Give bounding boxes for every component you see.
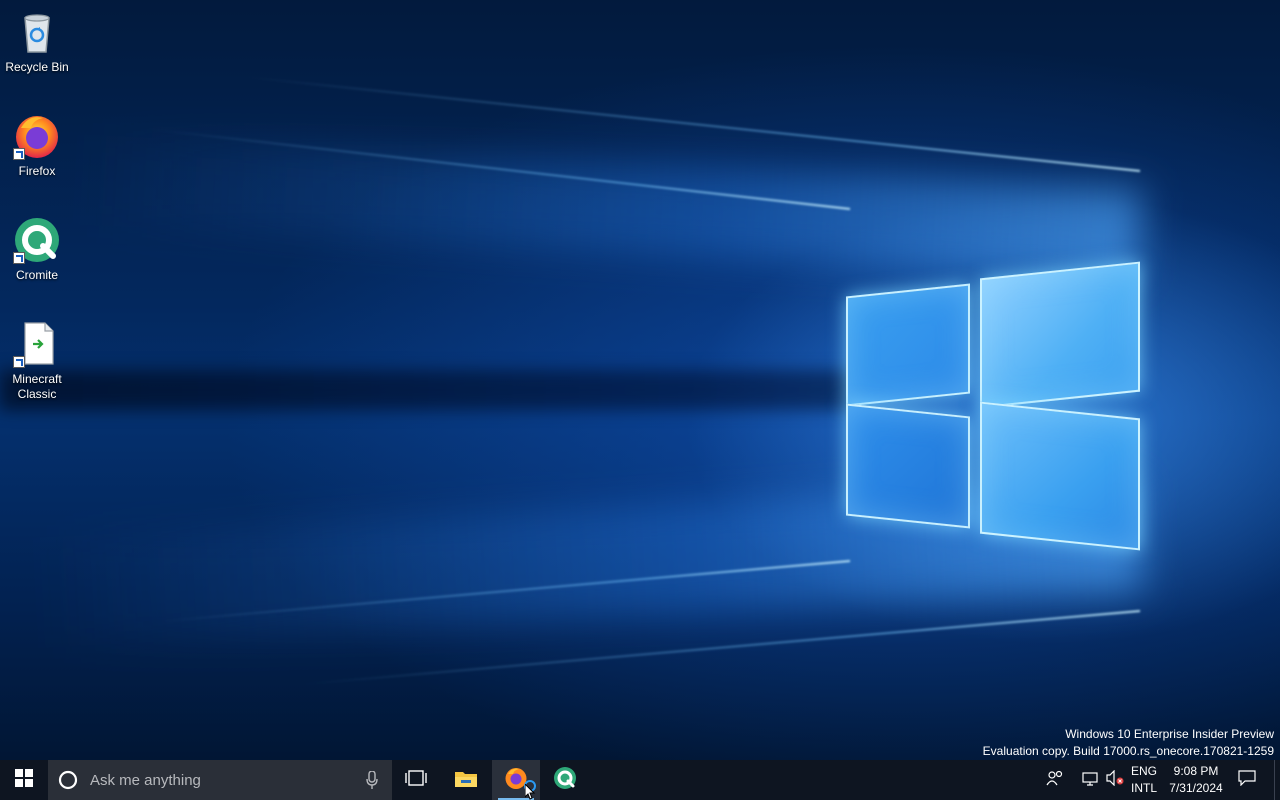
start-button[interactable] — [0, 760, 48, 800]
html-file-icon — [13, 320, 61, 368]
windows-logo-pane — [980, 401, 1140, 551]
folder-icon — [455, 769, 477, 792]
wallpaper-glow — [38, 480, 1143, 648]
notification-icon — [1238, 769, 1256, 791]
people-button[interactable] — [1042, 760, 1068, 800]
clock-date: 7/31/2024 — [1169, 781, 1223, 795]
evaluation-watermark: Windows 10 Enterprise Insider Preview Ev… — [983, 726, 1274, 760]
volume-muted-icon — [1106, 769, 1124, 791]
search-box[interactable]: Ask me anything — [48, 760, 392, 800]
language-code: ENG — [1130, 764, 1157, 778]
wallpaper-glow — [0, 370, 860, 410]
cromite-icon — [553, 766, 577, 795]
volume-button[interactable] — [1104, 760, 1126, 800]
cromite-taskbar-button[interactable] — [542, 760, 588, 800]
recycle-bin-icon — [13, 8, 61, 56]
shortcut-arrow-icon — [13, 148, 25, 160]
network-icon — [1082, 770, 1100, 791]
cromite-icon — [13, 216, 61, 264]
task-view-button[interactable] — [392, 760, 440, 800]
cortana-circle-icon — [58, 770, 78, 790]
task-view-icon — [405, 769, 427, 791]
desktop: Recycle Bin Firefox Cromite Minecraft Cl… — [0, 0, 1280, 760]
windows-logo-pane — [846, 403, 970, 529]
input-language-button[interactable]: ENG INTL — [1126, 760, 1162, 800]
show-desktop-button[interactable] — [1274, 760, 1280, 800]
firefox-icon — [13, 112, 61, 160]
mouse-cursor-icon — [524, 782, 536, 805]
desktop-icon-recycle-bin[interactable]: Recycle Bin — [0, 8, 74, 75]
desktop-icon-minecraft-classic[interactable]: Minecraft Classic — [0, 320, 74, 402]
desktop-icon-cromite[interactable]: Cromite — [0, 216, 74, 283]
watermark-line-build: Evaluation copy. Build 17000.rs_onecore.… — [982, 744, 1274, 758]
desktop-icon-firefox[interactable]: Firefox — [0, 112, 74, 179]
desktop-icon-label: Cromite — [15, 268, 58, 282]
shortcut-arrow-icon — [13, 356, 25, 368]
firefox-taskbar-button[interactable] — [492, 760, 540, 800]
windows-logo-pane — [846, 283, 970, 407]
wallpaper-glow — [79, 134, 1143, 280]
search-placeholder: Ask me anything — [90, 771, 201, 789]
windows-logo-icon — [15, 768, 33, 792]
microphone-icon[interactable] — [366, 770, 378, 794]
desktop-icon-label: Firefox — [18, 164, 56, 178]
keyboard-layout: INTL — [1130, 781, 1157, 795]
network-button[interactable] — [1080, 760, 1102, 800]
clock-time: 9:08 PM — [1173, 764, 1219, 778]
taskbar: Ask me anything ENG INTL 9:08 PM 7/31/20… — [0, 760, 1280, 800]
shortcut-arrow-icon — [13, 252, 25, 264]
action-center-button[interactable] — [1232, 760, 1262, 800]
windows-logo-pane — [980, 261, 1140, 409]
desktop-icon-label: Recycle Bin — [5, 60, 69, 74]
people-icon — [1046, 770, 1064, 791]
language-indicator: ENG INTL — [1131, 763, 1157, 797]
clock: 9:08 PM 7/31/2024 — [1169, 763, 1222, 797]
desktop-icon-label: Minecraft Classic — [12, 372, 62, 401]
watermark-line-edition: Windows 10 Enterprise Insider Preview — [1065, 727, 1274, 741]
clock-button[interactable]: 9:08 PM 7/31/2024 — [1164, 760, 1228, 800]
file-explorer-button[interactable] — [442, 760, 490, 800]
